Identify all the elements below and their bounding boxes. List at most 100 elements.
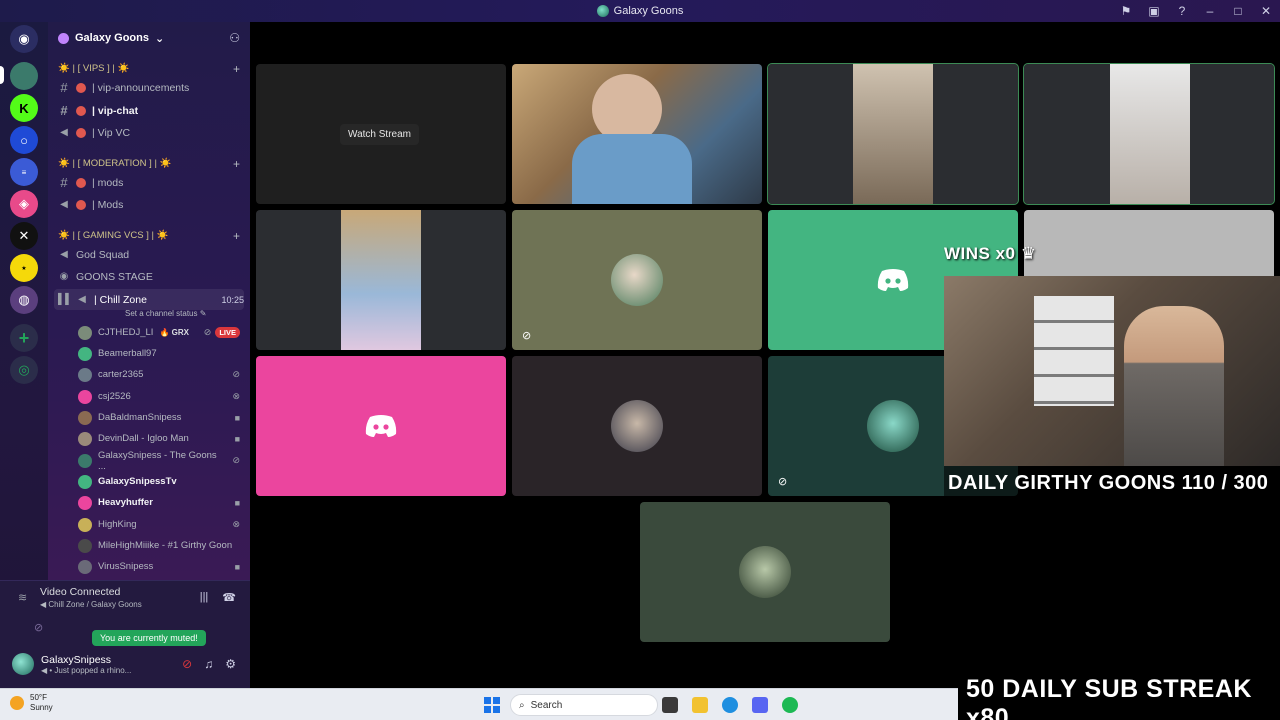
edge-browser-icon[interactable] <box>722 697 738 713</box>
avatar-tile[interactable] <box>512 356 762 496</box>
avatar-tile[interactable] <box>256 356 506 496</box>
server-group-icon[interactable]: ◍ <box>10 286 38 314</box>
member-item[interactable]: carter2365 ⊘ <box>78 364 240 385</box>
avatar <box>78 431 92 446</box>
speaker-icon: ◀ <box>78 294 86 305</box>
member-name: HighKing <box>98 519 137 530</box>
server-pink-icon[interactable]: ◈ <box>10 190 38 218</box>
facecam-person <box>1124 306 1224 466</box>
member-item[interactable]: DaBaldmanSnipess ■ <box>78 407 240 428</box>
server-blue-icon[interactable]: ≡ <box>10 158 38 186</box>
channel-timer: 10:25 <box>221 294 244 305</box>
text-channel-icon: # <box>60 103 68 118</box>
title-bar: Galaxy Goons ⚑ ▣ ? – □ ✕ <box>0 0 1280 22</box>
invite-people-icon[interactable]: ⚇ <box>229 31 240 45</box>
taskbar-search[interactable]: ⌕ Search <box>510 694 658 716</box>
noise-suppression-icon[interactable]: ||| <box>200 591 209 604</box>
facecam-overlay <box>944 276 1280 466</box>
settings-gear-icon[interactable]: ⚙ <box>225 657 236 671</box>
channel-mods-voice[interactable]: ◀ | Mods <box>54 194 244 215</box>
discord-taskbar-icon[interactable] <box>752 697 768 713</box>
voice-status[interactable]: Video Connected <box>40 586 120 598</box>
muted-toast: You are currently muted! <box>92 630 206 646</box>
server-yellow-icon[interactable]: ★ <box>10 254 38 282</box>
window-title-text: Galaxy Goons <box>613 5 684 17</box>
disconnect-icon[interactable]: ☎ <box>222 591 236 604</box>
member-item[interactable]: Heavyhuffer ■ <box>78 492 240 513</box>
avatar <box>78 474 92 489</box>
category-vips[interactable]: ☀️ | [ VIPS ] | ☀️ + <box>54 58 244 79</box>
member-name: GalaxySnipess - The Goons ... <box>98 449 217 472</box>
participant-video <box>853 64 933 204</box>
member-item[interactable]: VirusSnipess ■ <box>78 556 240 577</box>
video-tile[interactable] <box>767 63 1019 205</box>
mic-off-icon: ⊘ <box>522 330 532 342</box>
avatar <box>78 495 92 510</box>
channel-vip-chat[interactable]: # | vip-chat <box>54 100 244 121</box>
text-channel-icon: # <box>60 80 68 95</box>
explore-icon[interactable]: ◎ <box>10 356 38 384</box>
task-view-icon[interactable] <box>662 697 678 713</box>
add-channel-icon[interactable]: + <box>233 157 244 171</box>
channel-vip-vc[interactable]: ◀ | Vip VC <box>54 122 244 143</box>
member-item[interactable]: HighKing ⊗ <box>78 514 240 535</box>
server-galaxy-goons[interactable] <box>10 62 38 90</box>
add-channel-icon[interactable]: + <box>233 62 244 76</box>
category-moderation[interactable]: ☀️ | [ MODERATION ] | ☀️ + <box>54 153 244 174</box>
member-item[interactable]: DevinDall - Igloo Man ■ <box>78 428 240 449</box>
spotify-icon[interactable] <box>782 697 798 713</box>
channel-label: | Vip VC <box>92 126 131 139</box>
avatar <box>78 389 92 404</box>
stream-tile[interactable]: Watch Stream <box>256 64 506 204</box>
emoji-icon <box>76 127 86 138</box>
member-item[interactable]: CJTHEDJ_LI 🔥 GRX ⊘ LIVE <box>78 322 240 343</box>
member-item[interactable]: Beamerball97 <box>78 343 240 364</box>
set-channel-status[interactable]: Set a channel status ✎ <box>125 309 206 318</box>
file-explorer-icon[interactable] <box>692 697 708 713</box>
category-gaming-vcs[interactable]: ☀️ | [ GAMING VCS ] | ☀️ + <box>54 225 244 246</box>
video-tile[interactable] <box>256 210 506 350</box>
channel-label: GOONS STAGE <box>76 270 153 283</box>
add-channel-icon[interactable]: + <box>233 229 244 243</box>
maximize-button[interactable]: □ <box>1224 4 1252 18</box>
video-tile[interactable] <box>512 64 762 204</box>
member-name: Beamerball97 <box>98 348 157 359</box>
headphones-icon[interactable]: ♫ <box>204 657 213 671</box>
watch-stream-button[interactable]: Watch Stream <box>340 124 419 145</box>
avatar <box>78 538 92 553</box>
channel-label: | mods <box>92 176 124 189</box>
channel-god-squad[interactable]: ◀ God Squad <box>54 244 244 265</box>
channel-mods-text[interactable]: # | mods <box>54 172 244 193</box>
server-circle-icon[interactable]: ○ <box>10 126 38 154</box>
avatar-tile[interactable] <box>640 502 890 642</box>
windows-start-icon[interactable] <box>484 697 500 713</box>
minimize-button[interactable]: – <box>1196 4 1224 18</box>
weather-widget[interactable]: 50°F Sunny <box>10 693 53 713</box>
channel-vip-announcements[interactable]: # | vip-announcements <box>54 77 244 98</box>
channel-goons-stage[interactable]: ◉ GOONS STAGE <box>54 266 244 287</box>
member-item[interactable]: csj2526 ⊗ <box>78 386 240 407</box>
member-item[interactable]: GalaxySnipessTv <box>78 471 240 492</box>
inbox-icon[interactable]: ⚑ <box>1112 4 1140 18</box>
help-icon[interactable]: ? <box>1168 4 1196 18</box>
discord-logo-icon <box>877 269 909 291</box>
server-x-icon[interactable]: ✕ <box>10 222 38 250</box>
member-item[interactable]: GalaxySnipess - The Goons ... ⊘ <box>78 449 240 472</box>
camera-off-icon[interactable]: ⊘ <box>34 621 43 634</box>
close-button[interactable]: ✕ <box>1252 4 1280 18</box>
video-tile[interactable] <box>1023 63 1275 205</box>
screen-icon[interactable]: ▣ <box>1140 4 1168 18</box>
pencil-icon: ✎ <box>199 309 207 318</box>
add-server-icon[interactable]: + <box>10 324 38 352</box>
video-icon: ■ <box>234 497 240 508</box>
channel-chill-zone[interactable]: ▌▌ ◀ | Chill Zone 10:25 <box>54 289 244 310</box>
discord-home-icon[interactable]: ◉ <box>10 25 38 53</box>
guild-header[interactable]: Galaxy Goons ⌄ ⚇ <box>48 22 250 54</box>
server-kick-icon[interactable]: K <box>10 94 38 122</box>
user-panel[interactable]: GalaxySnipess ◀ • Just popped a rhino... <box>12 653 131 675</box>
avatar-tile[interactable]: ⊘ <box>512 210 762 350</box>
mic-off-icon: ⊘ <box>232 369 240 379</box>
mic-muted-icon[interactable]: ⊘ <box>182 657 192 671</box>
member-item[interactable]: MileHighMiiike - #1 Girthy Goon <box>78 535 240 556</box>
weather-desc: Sunny <box>30 703 53 712</box>
